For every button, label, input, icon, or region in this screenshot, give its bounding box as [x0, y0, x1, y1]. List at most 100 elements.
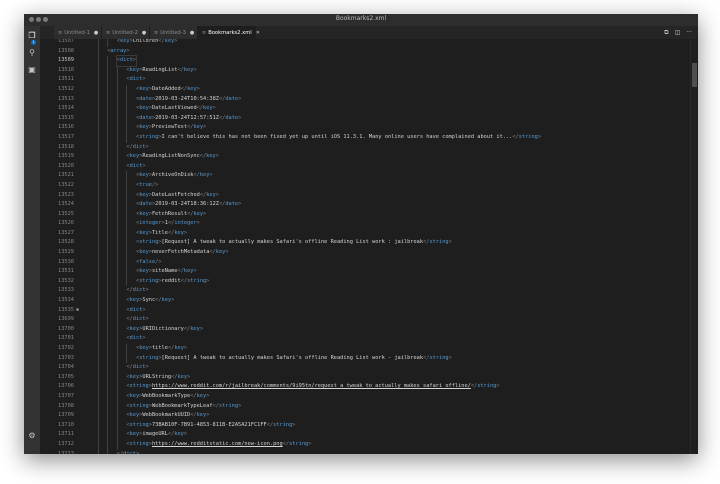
indent-guide: [116, 180, 118, 191]
code-line[interactable]: 13507 <key>Children</key>: [40, 39, 698, 47]
code-line[interactable]: 13527 <key>Title</key>: [40, 228, 698, 239]
indent-guide: [97, 353, 99, 364]
line-content: <key>URLString</key>: [126, 373, 191, 380]
code-line[interactable]: 13711 <key>imageURL</key>: [40, 430, 698, 440]
tab-untitled-2[interactable]: ≡ Untitled-2 ●: [102, 26, 150, 39]
line-content: </dict>: [126, 316, 149, 323]
indent-guide: [97, 238, 99, 249]
line-content: <dict>: [126, 76, 146, 83]
code-line[interactable]: 13713 </dict>: [40, 449, 698, 454]
indent-guide: [107, 391, 109, 402]
code-line[interactable]: 13530 <false/>: [40, 257, 698, 268]
code-line[interactable]: 13509 <dict>: [40, 55, 698, 67]
code-line[interactable]: 13532 <string>reddit</string>: [40, 276, 698, 287]
indent-guide: [107, 123, 109, 133]
code-line[interactable]: 13519 <key>ReadingListNonSync</key>: [40, 152, 698, 162]
code-line[interactable]: 13708 <string>WebBookmarkTypeLeaf</string…: [40, 401, 698, 412]
indent-guide: [126, 353, 128, 364]
code-line[interactable]: 13512 <key>DateAdded</key>: [40, 84, 698, 95]
line-content: <key>URIDictionary</key>: [126, 325, 204, 332]
scrollbar-thumb[interactable]: [692, 63, 697, 87]
code-line[interactable]: 13705 <key>URLString</key>: [40, 372, 698, 383]
tab-untitled-1[interactable]: ≡ Untitled-1 ●: [54, 26, 102, 39]
code-line[interactable]: 13525 <key>FetchResult</key>: [40, 209, 698, 220]
code-line[interactable]: 13709 <key>WebBookmarkUUID</key>: [40, 411, 698, 421]
code-line[interactable]: 13516 <key>PreviewText</key>: [40, 123, 698, 133]
code-line[interactable]: 13526 <integer>1</integer>: [40, 219, 698, 229]
line-number: 13710: [58, 421, 74, 428]
split-editor-icon[interactable]: ◫: [675, 29, 681, 36]
file-icon: ≡: [202, 29, 207, 36]
more-actions-icon[interactable]: ···: [686, 29, 692, 36]
code-line[interactable]: 13510 <key>ReadingList</key>: [40, 65, 698, 76]
code-line[interactable]: 13534 <key>Sync</key>: [40, 296, 698, 306]
code-line[interactable]: 13522 <true/>: [40, 180, 698, 191]
line-number: 13703: [58, 354, 74, 361]
indent-guide: [116, 305, 118, 316]
code-line[interactable]: 13529 <key>neverFetchMetadata</key>: [40, 248, 698, 258]
indent-guide: [97, 180, 99, 191]
code-line[interactable]: 13706 <string>https://www.reddit.com/r/ja…: [40, 382, 698, 392]
code-line[interactable]: 13533 </dict>: [40, 286, 698, 297]
indent-guide: [126, 84, 128, 95]
code-line[interactable]: 13511 <dict>: [40, 75, 698, 85]
code-line[interactable]: 13710 <string>73BAB10F-7B91-4853-811B-E2A…: [40, 420, 698, 431]
line-content: <key>neverFetchMetadata</key>: [136, 249, 229, 256]
line-content: <key>ReadingListNonSync</key>: [126, 153, 219, 160]
code-line[interactable]: 13700 <key>URIDictionary</key>: [40, 324, 698, 335]
indent-guide: [97, 219, 99, 229]
code-line[interactable]: 13531 <key>siteName</key>: [40, 267, 698, 277]
code-line[interactable]: 13523 <key>DateLastFetched</key>: [40, 190, 698, 201]
fold-expand-icon[interactable]: ⊕: [76, 306, 79, 316]
indent-guide: [97, 132, 99, 143]
code-line[interactable]: 13707 <key>WebBookmarkType</key>: [40, 391, 698, 402]
explorer-badge: 1: [31, 40, 36, 45]
line-content: <dict>: [115, 55, 137, 67]
line-content: <array>: [107, 47, 130, 54]
unsaved-dot-icon[interactable]: ●: [142, 30, 146, 36]
code-line[interactable]: 13712 <string>https://www.redditstatic.co…: [40, 439, 698, 450]
line-number: 13516: [58, 124, 74, 131]
code-lines: 13507 <key>Children</key> 13508 <array> 1350…: [40, 39, 698, 454]
unsaved-dot-icon[interactable]: ●: [94, 30, 98, 36]
code-line[interactable]: 13508 <array>: [40, 46, 698, 57]
code-line[interactable]: 13699 </dict>: [40, 315, 698, 325]
indent-guide: [116, 315, 118, 325]
code-line[interactable]: 13703 <string>[Request] A tweak to actual…: [40, 353, 698, 364]
indent-guide: [116, 228, 118, 239]
search-icon[interactable]: ⚲: [27, 48, 37, 58]
code-line[interactable]: 13513 <date>2019-03-24T10:54:38Z</date>: [40, 94, 698, 105]
code-line[interactable]: 13521 <key>ArchiveOnDisk</key>: [40, 171, 698, 181]
code-line[interactable]: 13528 <string>[Request] A tweak to actual…: [40, 238, 698, 249]
code-line[interactable]: 13520 <dict>: [40, 161, 698, 172]
unsaved-dot-icon[interactable]: ●: [190, 30, 194, 36]
extensions-icon[interactable]: ▣: [27, 65, 37, 75]
code-line[interactable]: 13701 <dict>: [40, 334, 698, 344]
indent-guide: [107, 334, 109, 344]
tab-bookmarks2-xml[interactable]: ≡ Bookmarks2.xml ✕: [198, 26, 260, 39]
indent-guide: [97, 75, 99, 85]
indent-guide: [107, 171, 109, 181]
tab-untitled-3[interactable]: ≡ Untitled-3 ●: [150, 26, 198, 39]
tab-label: Untitled-1: [64, 29, 90, 36]
line-number: 13510: [58, 66, 74, 73]
code-line[interactable]: 13515 <date>2019-03-24T12:57:51Z</date>: [40, 113, 698, 124]
code-line[interactable]: 13535 ⊕ <dict>: [40, 305, 698, 316]
close-tab-icon[interactable]: ✕: [256, 30, 260, 36]
line-content: <key>FetchResult</key>: [136, 210, 207, 217]
settings-gear-icon[interactable]: ⚙: [27, 431, 37, 441]
line-number: 13524: [58, 201, 74, 208]
code-line[interactable]: 13704 </dict>: [40, 363, 698, 373]
line-number: 13518: [58, 143, 74, 150]
code-editor[interactable]: 13507 <key>Children</key> 13508 <array> 1350…: [40, 39, 698, 454]
vertical-scrollbar[interactable]: [690, 39, 698, 454]
code-line[interactable]: 13518 </dict>: [40, 142, 698, 153]
indent-guide: [116, 152, 118, 162]
code-line[interactable]: 13517 <string>I can't believe this has no…: [40, 132, 698, 143]
open-changes-icon[interactable]: ⧉: [664, 29, 668, 37]
code-line[interactable]: 13514 <key>DateLastViewed</key>: [40, 104, 698, 114]
code-line[interactable]: 13524 <date>2019-03-24T18:36:12Z</date>: [40, 200, 698, 210]
line-number: 13706: [58, 383, 74, 390]
line-content: <string>I can't believe this has not bee…: [136, 133, 542, 140]
code-line[interactable]: 13702 <key>title</key>: [40, 344, 698, 354]
